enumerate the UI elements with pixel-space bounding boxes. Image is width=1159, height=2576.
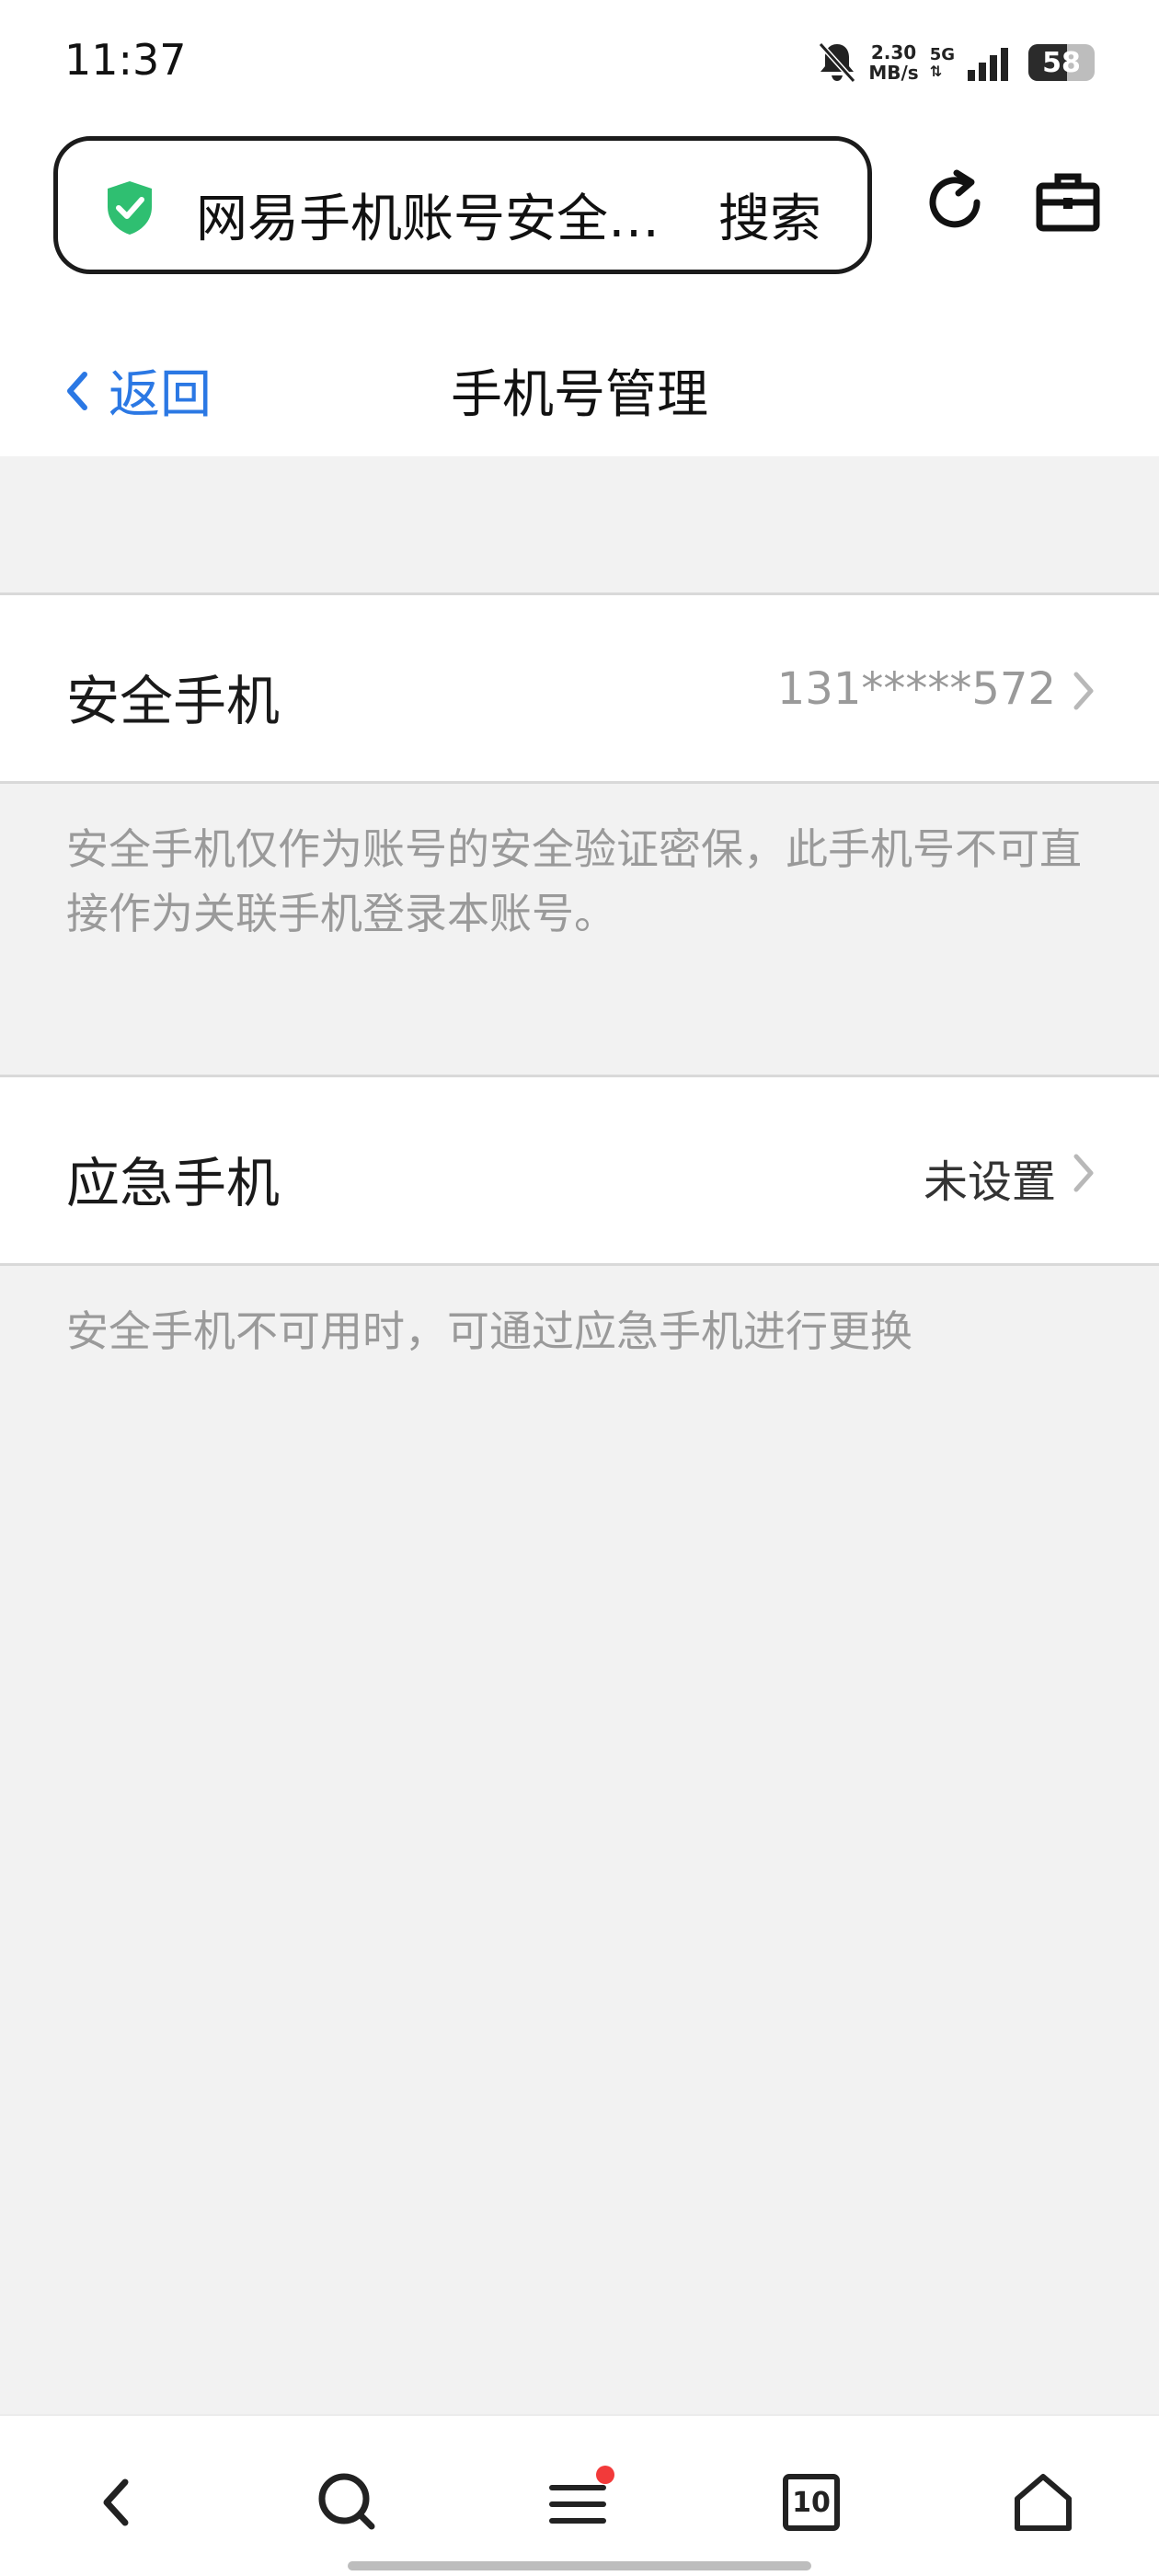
notification-dot — [596, 2466, 614, 2484]
emergency-phone-row[interactable]: 应急手机 未设置 — [0, 1075, 1159, 1266]
tabs-button[interactable]: 10 — [775, 2466, 848, 2539]
network-label: 5G — [929, 45, 955, 64]
toolbox-icon[interactable] — [1034, 167, 1102, 236]
search-icon[interactable] — [311, 2466, 384, 2539]
battery-level: 58 — [1042, 46, 1081, 79]
browser-toolbar: 网易手机账号安全中心 搜索 — [0, 123, 1159, 289]
emergency-phone-note: 安全手机不可用时，可通过应急手机进行更换 — [66, 1306, 912, 1356]
emergency-phone-value: 未设置 — [923, 1156, 1056, 1208]
chevron-right-icon — [1073, 1154, 1094, 1192]
security-phone-value: 131*****572 — [776, 663, 1056, 715]
page-header: 返回 手机号管理 — [0, 289, 1159, 456]
mute-bell-icon — [819, 41, 856, 84]
chevron-right-icon — [1073, 672, 1094, 710]
network-type: 5G ⇅ — [930, 46, 955, 79]
tabs-count: 10 — [792, 2486, 831, 2519]
data-arrows-icon: ⇅ — [929, 63, 943, 80]
net-speed-unit: MB/s — [868, 62, 919, 84]
status-icons: 2.30 MB/s 5G ⇅ 58 — [817, 37, 1095, 88]
home-indicator[interactable] — [348, 2561, 811, 2570]
menu-icon[interactable] — [543, 2466, 616, 2539]
security-phone-label: 安全手机 — [66, 670, 281, 732]
battery-indicator: 58 — [1028, 44, 1095, 81]
bottom-nav: 10 — [0, 2414, 1159, 2576]
back-icon[interactable] — [81, 2466, 155, 2539]
shield-check-icon — [108, 181, 152, 235]
home-icon[interactable] — [1006, 2466, 1080, 2539]
net-speed: 2.30 MB/s — [868, 42, 918, 83]
page-title: 手机号管理 — [451, 365, 708, 425]
signal-icon — [968, 48, 1008, 81]
status-bar: 11:37 2.30 MB/s 5G ⇅ 58 — [0, 0, 1159, 123]
address-bar[interactable]: 网易手机账号安全中心 搜索 — [53, 136, 872, 274]
emergency-phone-label: 应急手机 — [66, 1152, 281, 1214]
status-time: 11:37 — [64, 35, 187, 85]
security-phone-row[interactable]: 安全手机 131*****572 — [0, 592, 1159, 784]
net-speed-value: 2.30 — [870, 41, 917, 63]
refresh-icon[interactable] — [920, 167, 990, 237]
search-button[interactable]: 搜索 — [718, 178, 821, 252]
security-phone-note: 安全手机仅作为账号的安全验证密保，此手机号不可直接作为关联手机登录本账号。 — [66, 824, 1082, 938]
address-text[interactable]: 网易手机账号安全中心 — [196, 178, 674, 252]
